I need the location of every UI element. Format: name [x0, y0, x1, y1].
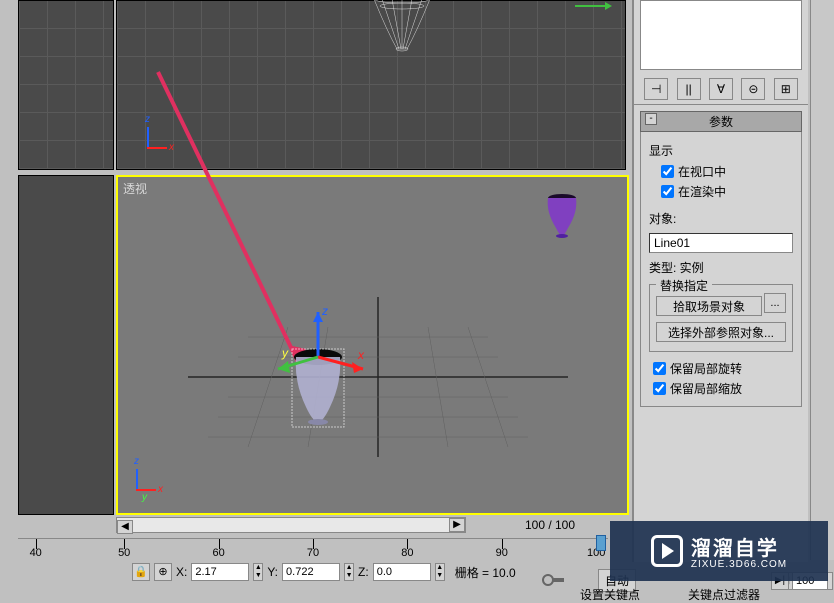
lock-selection-button[interactable]: 🔒	[132, 563, 150, 581]
in-viewport-label: 在视口中	[678, 163, 726, 180]
type-label: 类型: 实例	[649, 259, 793, 276]
grid-button[interactable]: ⊞	[774, 78, 798, 100]
replace-fieldset: 替换指定 拾取场景对象 ... 选择外部参照对象...	[649, 284, 793, 352]
pipes-button[interactable]: ||	[677, 78, 701, 100]
viewport-area: z x 透视	[0, 0, 630, 515]
keep-rotation-checkbox[interactable]	[653, 362, 666, 375]
svg-text:y: y	[281, 346, 289, 360]
timeline-ruler[interactable]: 40 50 60 70 80 90 100	[18, 538, 608, 558]
y-input[interactable]	[282, 563, 340, 581]
far-right-toolbar	[810, 0, 834, 560]
replace-section-label: 替换指定	[656, 277, 712, 294]
frame-display: 100 / 100	[490, 517, 610, 533]
watermark-text: 溜溜自学	[691, 532, 787, 561]
object-label: 对象:	[649, 210, 793, 227]
in-render-checkbox[interactable]	[661, 185, 674, 198]
thumbnail-preview	[640, 0, 802, 70]
key-icon[interactable]	[540, 570, 566, 590]
parameters-rollout: - 参数 显示 在视口中 在渲染中 对象: 类型: 实例 替换指定 拾取场景对象	[640, 111, 802, 407]
coordinate-bar: 🔒 ⊕ X: ▲▼ Y: ▲▼ Z: ▲▼ 栅格 = 10.0	[18, 562, 618, 582]
scroll-left-button[interactable]: ◀	[117, 520, 133, 534]
keep-scale-checkbox[interactable]	[653, 382, 666, 395]
viewport-label: 透视	[123, 180, 147, 197]
keep-scale-label: 保留局部缩放	[670, 380, 742, 397]
z-spinner[interactable]: ▲▼	[435, 563, 445, 581]
circle-button[interactable]: ⊝	[741, 78, 765, 100]
pick-scene-more-button[interactable]: ...	[764, 293, 786, 313]
command-panel: ⊣ || ∀ ⊝ ⊞ - 参数 显示 在视口中 在渲染中 对象: 类型: 实例	[632, 0, 808, 562]
pick-scene-button[interactable]: 拾取场景对象	[656, 296, 762, 316]
object-name-input[interactable]	[649, 233, 793, 253]
grid-size-display: 栅格 = 10.0	[449, 564, 522, 581]
crosshair-button[interactable]: ⊕	[154, 563, 172, 581]
wireframe-vase-icon	[367, 0, 437, 61]
in-viewport-checkbox[interactable]	[661, 165, 674, 178]
x-input[interactable]	[191, 563, 249, 581]
vee-button[interactable]: ∀	[709, 78, 733, 100]
horizontal-scrollbar[interactable]: ◀ ▶	[116, 517, 466, 533]
y-spinner[interactable]: ▲▼	[344, 563, 354, 581]
svg-text:x: x	[357, 348, 365, 362]
x-spinner[interactable]: ▲▼	[253, 563, 263, 581]
set-keypoint-label[interactable]: 设置关键点	[580, 586, 640, 603]
axis-arrows-top-icon	[570, 0, 620, 16]
svg-text:z: z	[321, 307, 328, 318]
panel-tool-row: ⊣ || ∀ ⊝ ⊞	[634, 74, 808, 105]
display-section-label: 显示	[649, 142, 793, 159]
grid-overlay	[19, 1, 113, 169]
keypoint-filter-label[interactable]: 关键点过滤器	[688, 586, 760, 603]
in-render-label: 在渲染中	[678, 183, 726, 200]
z-label: Z:	[358, 565, 369, 579]
y-label: Y:	[267, 565, 278, 579]
axis-gizmo-persp-icon: z x y	[126, 461, 166, 501]
viewport-top-left[interactable]	[18, 0, 114, 170]
pin-button[interactable]: ⊣	[644, 78, 668, 100]
viewport-bottom-left[interactable]	[18, 175, 114, 515]
x-label: X:	[176, 565, 187, 579]
select-external-button[interactable]: 选择外部参照对象...	[656, 322, 786, 342]
rollout-title: 参数	[709, 115, 733, 129]
rollout-header[interactable]: - 参数	[640, 111, 802, 132]
z-input[interactable]	[373, 563, 431, 581]
selected-vase-gizmo-icon: z x y	[258, 307, 378, 447]
bottom-status-row: 设置关键点 关键点过滤器	[580, 586, 760, 603]
watermark-overlay: 溜溜自学 ZIXUE.3D66.COM	[610, 521, 828, 581]
collapse-toggle[interactable]: -	[645, 113, 657, 125]
vase-purple-icon	[542, 192, 582, 242]
watermark-url: ZIXUE.3D66.COM	[691, 559, 787, 570]
scroll-right-button[interactable]: ▶	[449, 518, 465, 532]
keep-rotation-label: 保留局部旋转	[670, 360, 742, 377]
viewport-perspective[interactable]: 透视	[116, 175, 629, 515]
timeline-marker[interactable]	[596, 535, 606, 551]
watermark-play-icon	[651, 535, 683, 567]
